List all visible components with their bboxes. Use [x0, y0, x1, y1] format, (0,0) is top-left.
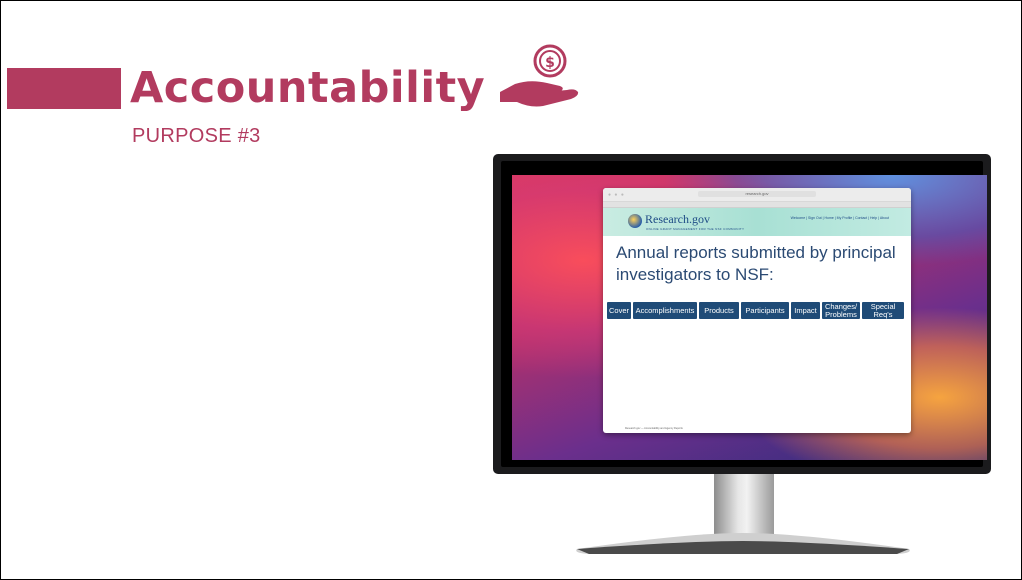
tab-participants[interactable]: Participants — [741, 302, 789, 319]
tab-special-reqs[interactable]: Special Req's — [862, 302, 904, 319]
report-tabs: Cover Accomplishments Products Participa… — [607, 302, 904, 319]
address-bar[interactable]: research.gov — [698, 191, 816, 197]
browser-window: ● ● ● research.gov Research.gov ONLINE G… — [603, 188, 911, 433]
window-controls-icon[interactable]: ● ● ● — [608, 192, 625, 198]
site-logo-text[interactable]: Research.gov — [645, 212, 710, 227]
site-logo-subtitle: ONLINE GRANT MANAGEMENT FOR THE NSF COMM… — [646, 227, 745, 231]
slide: Accountability PURPOSE #3 $ ● ● ● resear… — [0, 0, 1022, 580]
page-headline: Annual reports submitted by principal in… — [616, 243, 896, 284]
tab-accomplishments[interactable]: Accomplishments — [633, 302, 697, 319]
tab-changes-problems[interactable]: Changes/ Problems — [822, 302, 860, 319]
svg-text:$: $ — [545, 55, 555, 71]
tab-products[interactable]: Products — [699, 302, 739, 319]
page-footer: Research.gov — Accountability and Agency… — [625, 427, 683, 430]
monitor-stand — [714, 474, 774, 536]
money-hand-icon: $ — [500, 44, 579, 107]
header-links[interactable]: Welcome | Sign Out | Home | My Profile |… — [791, 216, 889, 220]
slide-title: Accountability — [130, 63, 486, 113]
monitor-base — [576, 533, 910, 554]
browser-toolbar: ● ● ● research.gov — [603, 188, 911, 202]
tab-cover[interactable]: Cover — [607, 302, 631, 319]
title-accent-bar — [7, 68, 121, 109]
slide-subtitle: PURPOSE #3 — [132, 125, 261, 147]
tab-impact[interactable]: Impact — [791, 302, 820, 319]
nsf-logo-icon[interactable] — [628, 214, 642, 228]
site-header: Research.gov ONLINE GRANT MANAGEMENT FOR… — [603, 208, 911, 236]
